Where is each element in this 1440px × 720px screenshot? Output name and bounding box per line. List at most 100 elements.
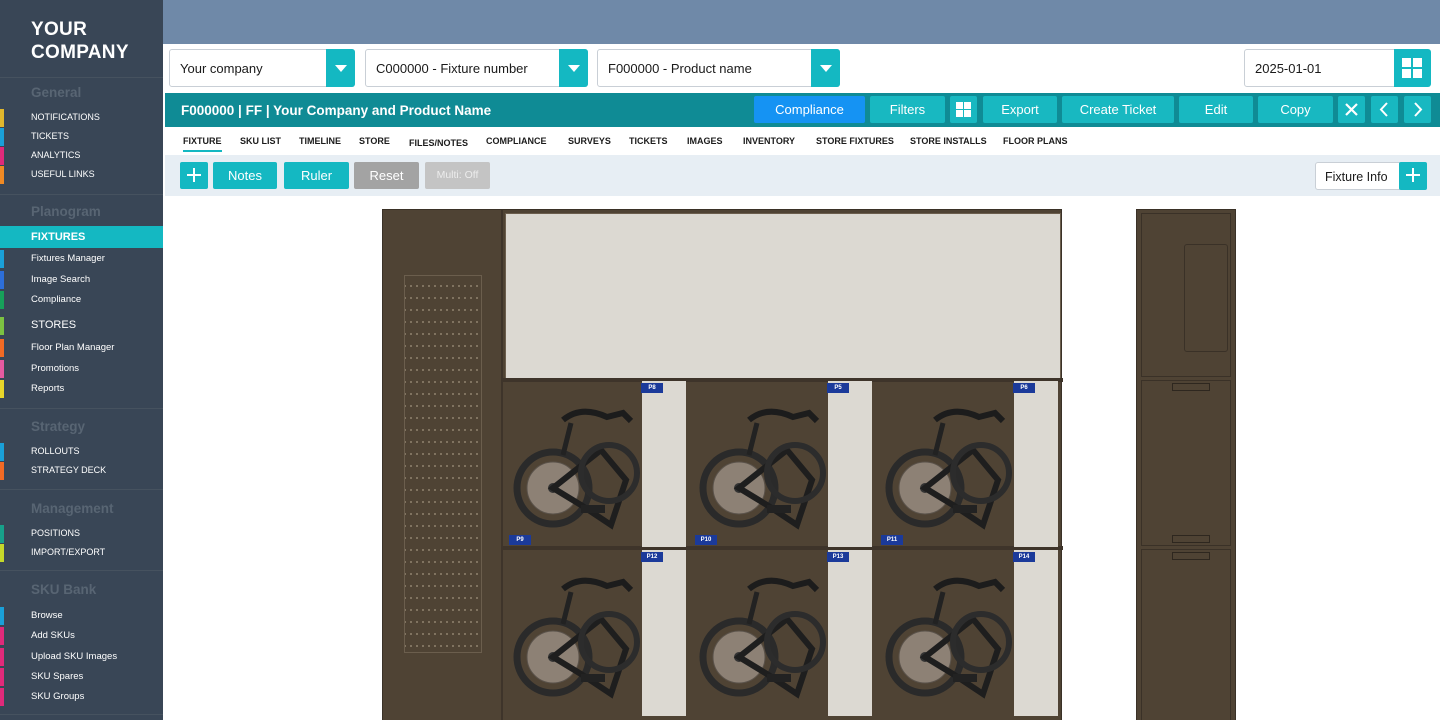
- sidebar-item-label: SKU Spares: [31, 671, 84, 682]
- sidebar-section-general: General: [31, 85, 82, 100]
- position-tag[interactable]: P13: [827, 552, 849, 562]
- previous-button[interactable]: [1371, 96, 1398, 123]
- company-select-toggle[interactable]: [326, 49, 355, 87]
- folding-bike-image: [699, 408, 826, 530]
- multi-select-toggle[interactable]: Multi: Off: [425, 162, 490, 189]
- company-select[interactable]: Your company: [169, 49, 355, 87]
- bay-side-panel: [642, 381, 686, 547]
- export-button[interactable]: Export: [983, 96, 1057, 123]
- tab-sku-list[interactable]: SKU LIST: [240, 136, 281, 146]
- fixture-info-button[interactable]: Fixture Info: [1315, 162, 1400, 190]
- position-tag[interactable]: P11: [881, 535, 903, 545]
- chevron-down-icon: [568, 65, 580, 72]
- position-tag[interactable]: P8: [641, 383, 663, 393]
- tab-compliance[interactable]: COMPLIANCE: [486, 136, 547, 146]
- position-tag[interactable]: P6: [1013, 383, 1035, 393]
- notes-button[interactable]: Notes: [213, 162, 277, 189]
- chevron-down-icon: [335, 65, 347, 72]
- sidebar-section-strategy: Strategy: [31, 419, 86, 434]
- sidebar-item-useful-links[interactable]: USEFUL LINKS: [0, 165, 163, 185]
- copy-button[interactable]: Copy: [1258, 96, 1333, 123]
- product-bay[interactable]: P12: [503, 550, 689, 716]
- sidebar-item-stores[interactable]: STORES: [0, 316, 163, 336]
- sidebar-item-label: SKU Groups: [31, 691, 85, 702]
- tab-store[interactable]: STORE: [359, 136, 390, 146]
- app-root: YOUR COMPANY General NOTIFICATIONS TICKE…: [0, 0, 1440, 720]
- sidebar-item-strategy-deck[interactable]: STRATEGY DECK: [0, 461, 163, 481]
- product-bay[interactable]: P5 P10: [689, 381, 875, 547]
- product-select-toggle[interactable]: [811, 49, 840, 87]
- sidebar-item-tickets[interactable]: TICKETS: [0, 127, 163, 147]
- sidebar-divider: [0, 408, 163, 409]
- planogram-toolbar: Notes Ruler Reset Multi: Off Fixture Inf…: [165, 155, 1440, 196]
- sidebar-item-analytics[interactable]: ANALYTICS: [0, 146, 163, 166]
- product-bay[interactable]: P6 P11: [875, 381, 1061, 547]
- product-bay[interactable]: P14: [875, 550, 1061, 716]
- sidebar-item-fixtures-manager[interactable]: Fixtures Manager: [0, 249, 163, 269]
- grid-view-button[interactable]: [950, 96, 977, 123]
- compliance-button[interactable]: Compliance: [754, 96, 865, 123]
- sidebar-item-promotions[interactable]: Promotions: [0, 359, 163, 379]
- sidebar-item-sku-groups[interactable]: SKU Groups: [0, 687, 163, 707]
- chevron-right-icon: [1414, 102, 1423, 117]
- tab-inventory[interactable]: INVENTORY: [743, 136, 795, 146]
- sidebar-item-image-search[interactable]: Image Search: [0, 270, 163, 290]
- company-logo[interactable]: YOUR COMPANY: [31, 18, 129, 64]
- sidebar-item-sku-spares[interactable]: SKU Spares: [0, 667, 163, 687]
- create-ticket-button[interactable]: Create Ticket: [1062, 96, 1174, 123]
- position-tag[interactable]: P10: [695, 535, 717, 545]
- tab-surveys[interactable]: SURVEYS: [568, 136, 611, 146]
- position-tag[interactable]: P14: [1013, 552, 1035, 562]
- sidebar-item-reports[interactable]: Reports: [0, 379, 163, 399]
- tab-timeline[interactable]: TIMELINE: [299, 136, 341, 146]
- logo-line-2: COMPANY: [31, 42, 129, 63]
- folding-bike-image: [885, 577, 1012, 699]
- fixture-front-view[interactable]: P8 P9 P5 P10 P6 P11 P12 P13 P14: [382, 209, 1063, 720]
- sidebar-item-label: Reports: [31, 383, 65, 394]
- reset-button[interactable]: Reset: [354, 162, 419, 189]
- sidebar-item-add-skus[interactable]: Add SKUs: [0, 626, 163, 646]
- product-bay[interactable]: P13: [689, 550, 875, 716]
- side-view-bottom-section: [1141, 549, 1231, 720]
- tab-files-notes[interactable]: FILES/NOTES: [409, 138, 468, 148]
- sidebar-item-positions[interactable]: POSITIONS: [0, 524, 163, 544]
- add-button[interactable]: [180, 162, 208, 189]
- tab-tickets[interactable]: TICKETS: [629, 136, 668, 146]
- sidebar: YOUR COMPANY General NOTIFICATIONS TICKE…: [0, 0, 163, 720]
- sidebar-item-notifications[interactable]: NOTIFICATIONS: [0, 108, 163, 128]
- product-select[interactable]: F000000 - Product name: [597, 49, 840, 87]
- tab-store-fixtures[interactable]: STORE FIXTURES: [816, 136, 894, 146]
- sidebar-item-fixtures[interactable]: FIXTURES: [0, 226, 163, 248]
- position-tag[interactable]: P9: [509, 535, 531, 545]
- fixture-tabs: FIXTURE SKU LIST TIMELINE STORE FILES/NO…: [165, 127, 1440, 155]
- sidebar-item-rollouts[interactable]: ROLLOUTS: [0, 442, 163, 462]
- position-tag[interactable]: P12: [641, 552, 663, 562]
- fixture-side-view[interactable]: [1136, 209, 1236, 720]
- sidebar-section-management: Management: [31, 501, 114, 516]
- position-tag[interactable]: P5: [827, 383, 849, 393]
- tab-fixture[interactable]: FIXTURE: [183, 136, 222, 152]
- fixture-info-add-button[interactable]: [1399, 162, 1427, 190]
- sidebar-item-upload-sku-images[interactable]: Upload SKU Images: [0, 647, 163, 667]
- sidebar-item-floor-plan-manager[interactable]: Floor Plan Manager: [0, 338, 163, 358]
- sidebar-item-import-export[interactable]: IMPORT/EXPORT: [0, 543, 163, 563]
- chevron-down-icon: [820, 65, 832, 72]
- date-input[interactable]: 2025-01-01: [1244, 49, 1395, 87]
- sidebar-item-browse[interactable]: Browse: [0, 606, 163, 626]
- folding-bike-image: [513, 408, 640, 530]
- filters-button[interactable]: Filters: [870, 96, 945, 123]
- side-view-middle-section: [1141, 380, 1231, 546]
- close-button[interactable]: [1338, 96, 1365, 123]
- tab-store-installs[interactable]: STORE INSTALLS: [910, 136, 987, 146]
- edit-button[interactable]: Edit: [1179, 96, 1253, 123]
- tab-floor-plans[interactable]: FLOOR PLANS: [1003, 136, 1068, 146]
- next-button[interactable]: [1404, 96, 1431, 123]
- bay-side-panel: [828, 550, 872, 716]
- ruler-button[interactable]: Ruler: [284, 162, 349, 189]
- product-bay[interactable]: P8 P9: [503, 381, 689, 547]
- fixture-select-toggle[interactable]: [559, 49, 588, 87]
- layout-grid-button[interactable]: [1394, 49, 1431, 87]
- sidebar-item-compliance[interactable]: Compliance: [0, 290, 163, 310]
- tab-images[interactable]: IMAGES: [687, 136, 723, 146]
- fixture-select[interactable]: C000000 - Fixture number: [365, 49, 588, 87]
